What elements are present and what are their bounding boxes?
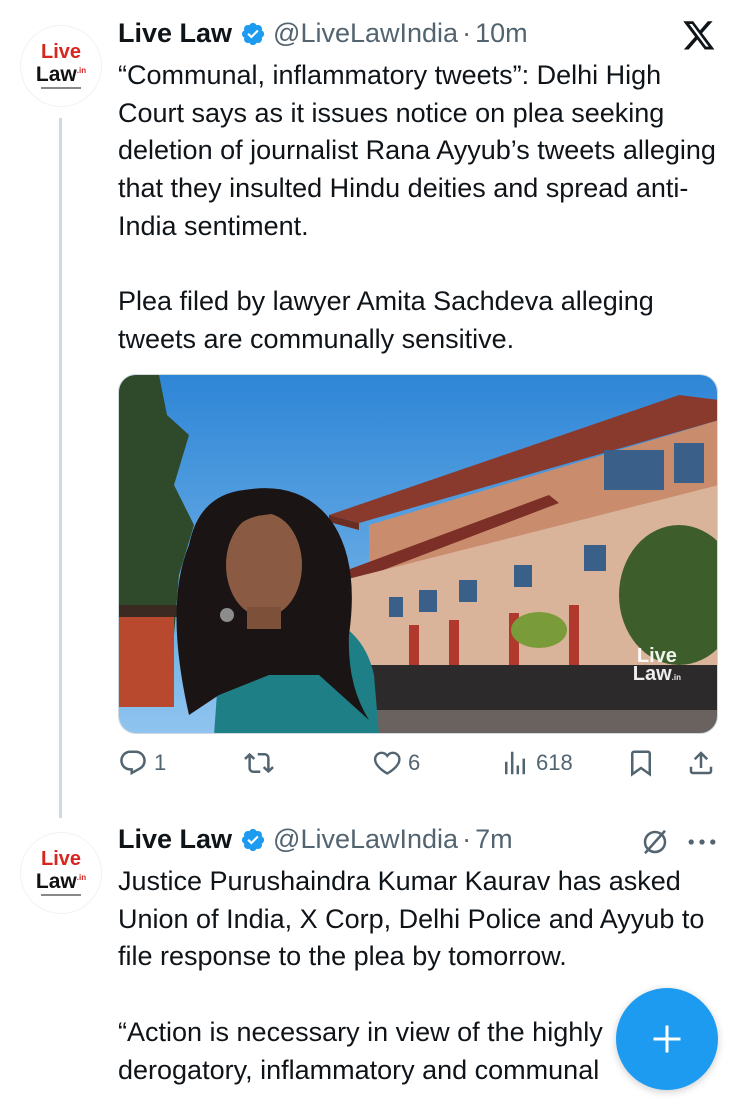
tweet-actions: 1 6 618	[118, 748, 718, 784]
muted-icon[interactable]	[640, 827, 670, 857]
like-count: 6	[408, 750, 421, 775]
author-name[interactable]: Live Law	[118, 824, 232, 855]
avatar-logo-rule	[41, 894, 81, 896]
watermark-suffix: .in	[671, 673, 681, 682]
avatar-logo-suffix: .in	[76, 66, 87, 75]
avatar-logo-line1: Live	[40, 41, 82, 63]
reply-icon	[120, 750, 146, 776]
bookmark-button[interactable]	[626, 748, 656, 778]
plus-icon	[653, 1025, 681, 1053]
tweet-paragraph: “Communal, inflammatory tweets”: Delhi H…	[118, 60, 716, 241]
timestamp[interactable]: 10m	[475, 18, 528, 49]
views-icon	[505, 751, 525, 775]
tweet-paragraph: Justice Purushaindra Kumar Kaurav has as…	[118, 866, 705, 972]
views-button[interactable]: 618	[500, 748, 573, 778]
verified-badge-icon	[241, 22, 265, 45]
avatar-logo-line1: Live	[40, 848, 82, 870]
thread-connector	[59, 118, 62, 818]
watermark-logo: Live Law.in	[632, 646, 681, 687]
reply-button[interactable]: 1	[118, 748, 166, 778]
share-button[interactable]	[686, 748, 716, 778]
views-count: 618	[536, 750, 573, 775]
avatar[interactable]: Live Law.in	[20, 25, 102, 107]
x-logo-icon[interactable]	[682, 18, 716, 52]
avatar-logo-suffix: .in	[76, 873, 87, 882]
repost-button[interactable]	[244, 748, 280, 778]
compose-button[interactable]	[616, 988, 718, 1090]
like-button[interactable]: 6	[372, 748, 420, 778]
reply-count: 1	[154, 750, 167, 775]
separator-dot: ·	[462, 18, 472, 48]
more-icon[interactable]	[684, 827, 720, 857]
separator-dot: ·	[462, 824, 472, 854]
tweet-header: Live Law @LiveLawIndia · 7m	[118, 824, 513, 855]
bookmark-icon	[631, 750, 651, 777]
avatar-logo-line2: Law.in	[36, 868, 86, 892]
author-handle[interactable]: @LiveLawIndia	[273, 18, 458, 49]
avatar[interactable]: Live Law.in	[20, 832, 102, 914]
tweet-header: Live Law @LiveLawIndia · 10m	[118, 18, 528, 49]
avatar-logo-line2: Law.in	[36, 61, 86, 85]
repost-icon	[244, 752, 274, 774]
timestamp[interactable]: 7m	[475, 824, 513, 855]
author-handle[interactable]: @LiveLawIndia	[273, 824, 458, 855]
tweet-paragraph: Plea filed by lawyer Amita Sachdeva alle…	[118, 286, 654, 354]
avatar-logo-word: Law	[35, 870, 77, 893]
tweet-text: “Communal, inflammatory tweets”: Delhi H…	[118, 57, 718, 359]
avatar-logo-word: Law	[35, 63, 77, 86]
verified-badge-icon	[241, 828, 265, 851]
share-icon	[689, 751, 713, 775]
watermark-line2: Law	[632, 663, 672, 685]
tweet-media-image[interactable]: Live Law.in	[118, 374, 718, 734]
avatar-logo-rule	[41, 87, 81, 89]
author-name[interactable]: Live Law	[118, 18, 232, 49]
media-photo	[119, 375, 717, 733]
heart-icon	[373, 751, 401, 775]
